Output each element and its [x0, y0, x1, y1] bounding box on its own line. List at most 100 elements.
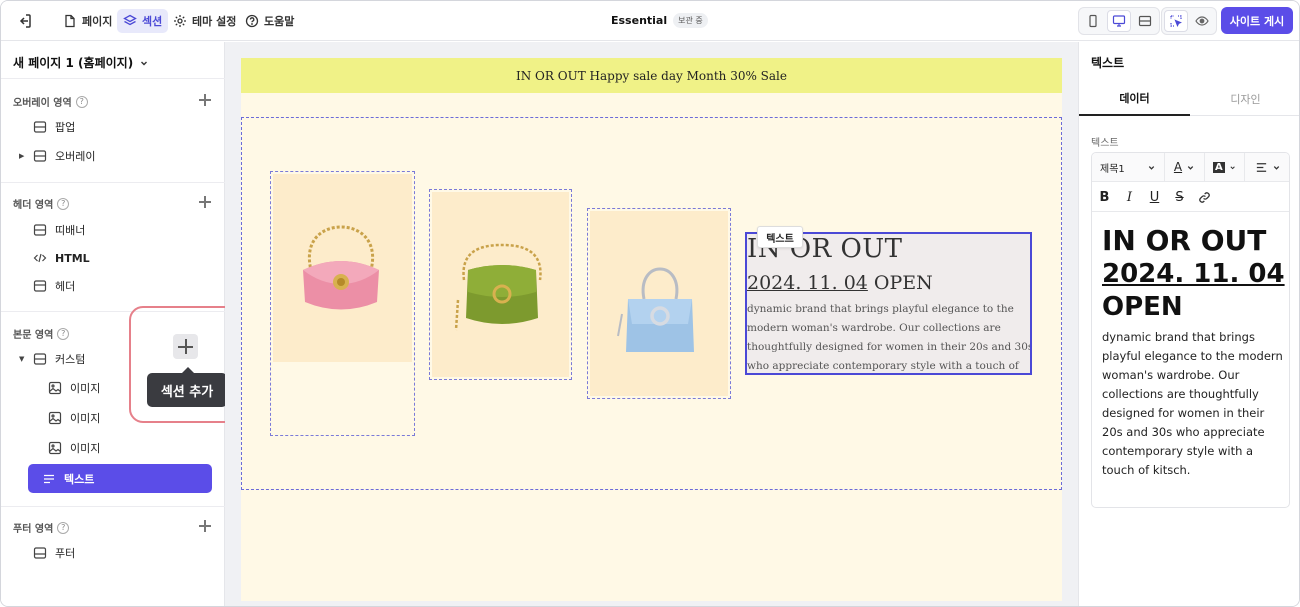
editor-body: dynamic brand that brings playful elegan…: [1102, 330, 1283, 477]
site-title-area: Essential 보관 중: [611, 13, 708, 28]
publish-button[interactable]: 사이트 게시: [1221, 7, 1293, 34]
tab-pages[interactable]: 페이지: [57, 9, 118, 33]
tab-sections[interactable]: 섹션: [117, 9, 169, 33]
tab-data[interactable]: 데이터: [1079, 82, 1190, 116]
layer-item-popup[interactable]: 팝업: [33, 117, 75, 137]
tab-design[interactable]: 디자인: [1190, 82, 1299, 116]
tab-help[interactable]: 도움말: [239, 9, 300, 33]
image-block[interactable]: [587, 208, 731, 399]
divider: [1, 506, 225, 507]
mobile-icon: [1089, 14, 1097, 28]
document-icon: [65, 14, 75, 28]
tab-theme-settings[interactable]: 테마 설정: [167, 9, 242, 33]
green-bag-image: [454, 243, 542, 331]
layer-item-image-2[interactable]: 이미지: [48, 408, 100, 428]
fullwidth-view-button[interactable]: [1133, 10, 1157, 32]
editor-open: OPEN: [1102, 292, 1183, 322]
layer-label: 오버레이: [55, 150, 96, 163]
editor-content[interactable]: IN OR OUT 2024. 11. 04 OPEN dynamic bran…: [1102, 223, 1287, 480]
page-selector[interactable]: 새 페이지 1 (홈페이지): [13, 54, 149, 71]
editor-date: 2024. 11. 04: [1102, 259, 1285, 289]
layer-item-header[interactable]: 헤더: [33, 276, 75, 296]
collapse-caret-icon[interactable]: ▼: [19, 355, 24, 363]
site-title: Essential: [611, 14, 668, 27]
layer-item-image-3[interactable]: 이미지: [48, 438, 100, 458]
layer-label: 이미지: [70, 442, 101, 455]
help-icon[interactable]: ?: [75, 95, 88, 108]
device-switcher: [1078, 7, 1160, 35]
add-section-button[interactable]: [173, 334, 198, 359]
desktop-view-button[interactable]: [1107, 10, 1131, 32]
layer-item-custom[interactable]: 커스텀: [33, 349, 85, 369]
help-icon[interactable]: ?: [57, 521, 70, 534]
image-icon: [48, 411, 62, 425]
section-title: 헤더 영역: [13, 200, 54, 211]
page-name: 새 페이지 1 (홈페이지): [13, 56, 134, 70]
font-color-icon: A: [1173, 160, 1183, 174]
section-icon: [33, 547, 47, 559]
save-status-badge: 보관 중: [673, 13, 708, 28]
layer-item-image-1[interactable]: 이미지: [48, 378, 100, 398]
heading-select-value: 제목1: [1100, 163, 1125, 175]
layer-label: 띠배너: [55, 224, 86, 237]
add-footer-button[interactable]: [198, 519, 212, 533]
image-icon: [48, 441, 62, 455]
highlight-color-select[interactable]: A: [1205, 153, 1245, 182]
layer-label: 팝업: [55, 121, 76, 134]
layer-label: 이미지: [70, 412, 101, 425]
layer-label: HTML: [55, 251, 90, 265]
section-header-overlay: 오버레이 영역 ?: [13, 94, 88, 109]
preview-button[interactable]: [1190, 10, 1214, 32]
expand-caret-icon[interactable]: ▶: [19, 152, 24, 160]
strip-banner[interactable]: IN OR OUT Happy sale day Month 30% Sale: [241, 58, 1062, 93]
bold-icon[interactable]: B: [1092, 183, 1117, 212]
section-title: 푸터 영역: [13, 524, 54, 535]
layer-item-strip-banner[interactable]: 띠배너: [33, 220, 85, 240]
add-header-button[interactable]: [198, 195, 212, 209]
view-tools: [1161, 7, 1217, 35]
field-label: 텍스트: [1091, 138, 1119, 149]
section-header-body: 본문 영역 ?: [13, 326, 70, 341]
highlight-icon: A: [1213, 161, 1225, 173]
chevron-down-icon: [1187, 165, 1194, 170]
layer-item-overlay[interactable]: 오버레이: [33, 146, 95, 166]
divider: [1, 182, 225, 183]
select-cursor-icon: [1170, 15, 1182, 27]
image-block[interactable]: [270, 171, 415, 436]
blue-bag-image: [617, 267, 694, 352]
select-mode-button[interactable]: [1164, 10, 1188, 32]
strikethrough-icon[interactable]: S: [1167, 183, 1192, 212]
desktop-icon: [1112, 15, 1126, 27]
layer-label: 헤더: [55, 280, 76, 293]
mobile-view-button[interactable]: [1081, 10, 1105, 32]
layer-item-html[interactable]: HTML: [33, 248, 90, 268]
font-color-select[interactable]: A: [1165, 153, 1205, 182]
text-date-line: 2024. 11. 04 OPEN: [747, 272, 933, 294]
align-select[interactable]: [1245, 153, 1289, 182]
gear-icon: [174, 15, 186, 27]
text-block-selected[interactable]: IN OR OUT 2024. 11. 04 OPEN dynamic bran…: [745, 232, 1032, 375]
add-section-tooltip: 섹션 추가: [147, 367, 227, 407]
editor-toolbar-format: B I U S: [1092, 183, 1289, 212]
section-icon: [33, 280, 47, 292]
image-icon: [48, 381, 62, 395]
italic-icon[interactable]: I: [1117, 183, 1142, 212]
text-body: dynamic brand that brings playful elegan…: [747, 303, 1032, 372]
exit-icon[interactable]: [15, 12, 33, 30]
underline-icon[interactable]: U: [1142, 183, 1167, 212]
tab-pages-label: 페이지: [82, 15, 113, 28]
layer-item-text[interactable]: 텍스트: [28, 464, 212, 493]
text-date: 2024. 11. 04: [747, 272, 868, 294]
add-overlay-button[interactable]: [198, 93, 212, 107]
section-title: 오버레이 영역: [13, 98, 72, 109]
link-icon[interactable]: [1192, 183, 1217, 212]
help-icon[interactable]: ?: [57, 327, 70, 340]
pink-bag-image: [303, 225, 379, 310]
section-icon: [33, 224, 47, 236]
heading-select[interactable]: 제목1: [1092, 153, 1165, 182]
section-icon: [33, 150, 47, 162]
help-icon[interactable]: ?: [57, 197, 70, 210]
tab-sections-label: 섹션: [142, 15, 163, 28]
layer-item-footer[interactable]: 푸터: [33, 543, 75, 563]
image-block[interactable]: [429, 189, 572, 380]
